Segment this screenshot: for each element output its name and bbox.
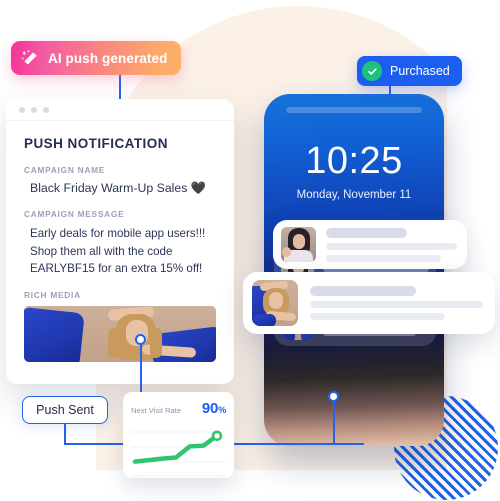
chart-line-series [132,433,220,464]
phone-lockscreen-date: Monday, November 11 [296,189,412,201]
floating-notification-card[interactable] [243,272,495,334]
rich-media-image[interactable] [24,305,216,362]
notification-skeleton-lines [310,286,483,320]
browser-titlebar [6,99,234,121]
campaign-name-value[interactable]: Black Friday Warm-Up Sales 🖤 [24,181,216,196]
purchased-label: Purchased [390,64,450,78]
chart-value: 90% [202,400,226,417]
window-maximize-dot-icon[interactable] [43,106,49,113]
notification-thumbnail [252,280,298,326]
chart-svg [131,430,226,477]
chart-value-unit: % [218,405,226,415]
campaign-message-label: CAMPAIGN MESSAGE [24,209,125,219]
floating-notification-card[interactable] [273,220,467,269]
phone-speaker-bar [286,107,422,113]
campaign-name-label: CAMPAIGN NAME [24,165,106,175]
notification-skeleton-lines [326,227,457,262]
page-title: PUSH NOTIFICATION [24,136,168,151]
connector-ai-badge [119,75,121,101]
push-notification-panel: PUSH NOTIFICATION CAMPAIGN NAME Black Fr… [6,121,234,362]
browser-window: PUSH NOTIFICATION CAMPAIGN NAME Black Fr… [6,99,234,384]
window-minimize-dot-icon[interactable] [31,106,37,113]
phone-lockscreen-time: 10:25 [305,140,403,182]
window-close-dot-icon[interactable] [19,106,25,113]
phone-mockup: 10:25 Monday, November 11 [264,94,444,446]
connector-phone-vertical [333,396,335,444]
campaign-message-value[interactable]: Early deals for mobile app users!!! Shop… [24,225,216,278]
chart-title: Next Visit Rate [131,406,182,415]
illustration-canvas: 10:25 Monday, November 11 PUSH NOTIFICAT… [0,0,500,501]
check-circle-icon [362,61,382,81]
push-sent-pill[interactable]: Push Sent [22,396,108,424]
magic-wand-icon [21,49,40,68]
ai-push-generated-badge[interactable]: AI push generated [11,41,182,75]
push-sent-label: Push Sent [36,403,94,417]
chart-plot [131,422,226,478]
chart-header: Next Visit Rate 90% [131,400,226,417]
connector-dot-icon [135,334,146,345]
rich-media-label: RICH MEDIA [24,289,81,300]
chart-value-number: 90 [201,400,219,417]
chart-endpoint-marker [211,430,223,442]
notification-thumbnail [281,227,316,262]
ai-push-generated-label: AI push generated [48,50,168,66]
connector-purchased-badge [389,84,391,104]
next-visit-rate-card[interactable]: Next Visit Rate 90% [123,392,234,478]
connector-dot-icon [328,391,339,402]
connector-push-sent-vertical [140,341,142,397]
purchased-badge[interactable]: Purchased [357,56,462,86]
